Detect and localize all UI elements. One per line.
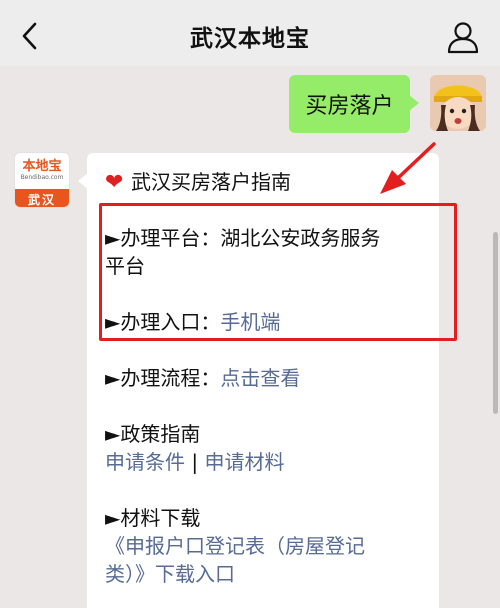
download-label: ►材料下载: [105, 506, 201, 530]
bot-logo-subtitle: Bendibao.com: [20, 174, 64, 181]
page-title: 武汉本地宝: [190, 26, 310, 52]
back-arrow-icon: [22, 22, 37, 50]
outgoing-message[interactable]: 买房落户: [289, 75, 419, 133]
process-label: ►办理流程：: [105, 366, 221, 390]
process-row: ►办理流程：点击查看: [105, 364, 300, 392]
back-button[interactable]: [14, 20, 46, 52]
policy-link-conditions[interactable]: 申请条件: [105, 450, 185, 474]
bot-logo: 本地宝 Bendibao.com: [15, 153, 69, 189]
bot-city-label: 武汉: [15, 189, 69, 207]
download-link[interactable]: 《申报户口登记表（房屋登记: [105, 532, 365, 560]
process-link[interactable]: 点击查看: [220, 366, 300, 390]
person-icon[interactable]: [446, 20, 480, 54]
download-link-cont[interactable]: 类）》下载入口: [105, 560, 235, 588]
policy-label: ►政策指南: [105, 422, 201, 446]
nav-bar: 武汉本地宝: [0, 0, 500, 72]
policy-link-materials[interactable]: 申请材料: [204, 450, 284, 474]
highlight-box: [99, 203, 457, 341]
message-heading-row: ❤ 武汉买房落户指南: [105, 168, 291, 197]
avatar[interactable]: [430, 75, 486, 131]
policy-links-row: 申请条件 | 申请材料: [105, 448, 284, 476]
scrollbar[interactable]: [493, 232, 498, 414]
message-heading: 武汉买房落户指南: [131, 170, 291, 194]
policy-separator: |: [185, 450, 205, 474]
bot-logo-text: 本地宝: [22, 159, 62, 174]
heart-icon: ❤: [105, 170, 124, 195]
bot-avatar[interactable]: 本地宝 Bendibao.com 武汉: [14, 152, 70, 208]
red-arrow-icon: [380, 142, 436, 194]
user-avatar-image: [430, 75, 486, 131]
